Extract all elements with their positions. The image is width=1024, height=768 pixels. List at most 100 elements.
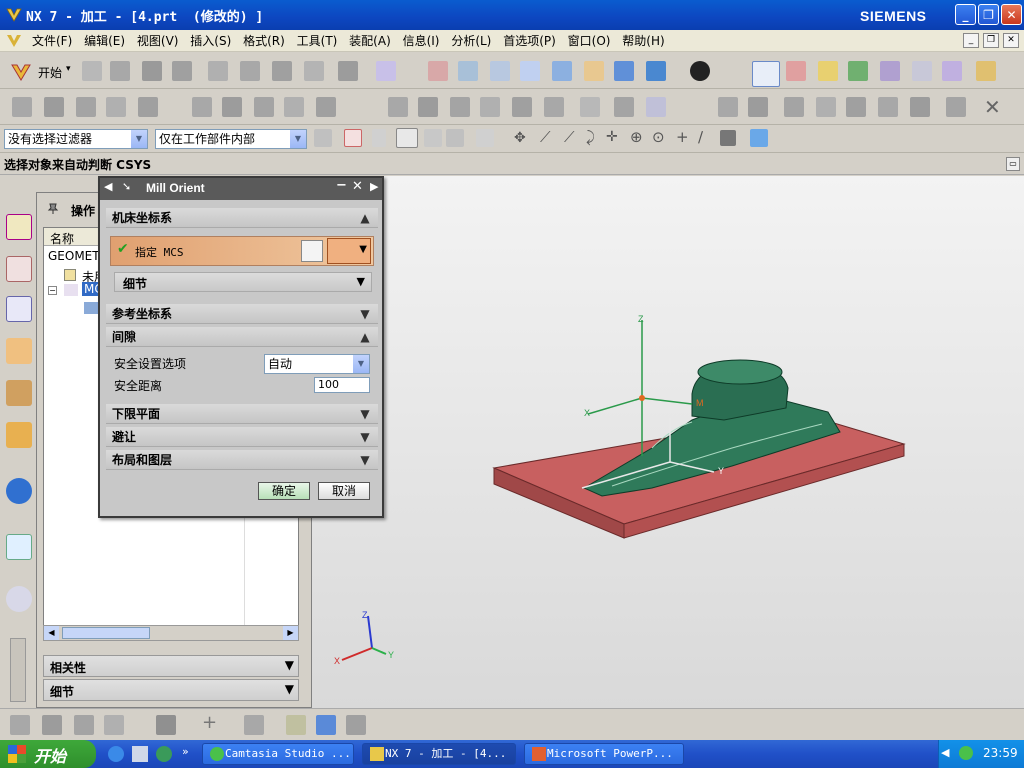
chevron-down-icon[interactable]: ▼ bbox=[130, 130, 147, 148]
collapse-dialog-icon[interactable]: − bbox=[336, 178, 347, 193]
mirror-icon[interactable] bbox=[544, 97, 564, 117]
menu-view[interactable]: 视图(V) bbox=[133, 30, 183, 52]
resource-scrollbar[interactable] bbox=[10, 638, 26, 702]
dependencies-section[interactable]: 相关性 ▼ bbox=[43, 655, 299, 677]
graphics-window[interactable]: Z X M Y Z X Y bbox=[312, 176, 1024, 708]
face-rule-icon[interactable] bbox=[396, 128, 418, 148]
point-icon[interactable] bbox=[816, 97, 836, 117]
tray-collapse-icon[interactable]: ◀ bbox=[941, 746, 949, 759]
constraint-navigator-icon[interactable] bbox=[6, 256, 32, 282]
dialog-title-bar[interactable]: ◀ ➘ Mill Orient − ✕ ▶ bbox=[100, 178, 382, 200]
midpoint-snap-icon[interactable]: ⟋ bbox=[540, 128, 551, 146]
fit-view-icon[interactable] bbox=[428, 61, 448, 81]
reuse-library-icon[interactable] bbox=[6, 380, 32, 406]
csys-dialog-icon[interactable] bbox=[301, 240, 323, 262]
boss-icon[interactable] bbox=[138, 97, 158, 117]
nx-doc-icon[interactable] bbox=[6, 33, 22, 49]
chevron-down-icon[interactable]: ▼ bbox=[357, 275, 365, 288]
web-browser-icon[interactable] bbox=[6, 534, 32, 560]
feature-rule-icon[interactable] bbox=[446, 129, 464, 147]
add-point-icon[interactable]: + bbox=[202, 712, 217, 733]
forward-icon[interactable]: ▶ bbox=[370, 180, 378, 193]
create-csys-icon[interactable] bbox=[752, 61, 780, 87]
thicken-icon[interactable] bbox=[614, 97, 634, 117]
show-snap-icon[interactable] bbox=[750, 129, 768, 147]
print-icon[interactable] bbox=[172, 61, 192, 81]
datum-icon[interactable] bbox=[786, 61, 806, 81]
center-snap-icon[interactable]: ⊕ bbox=[630, 128, 643, 146]
generate-path-icon[interactable] bbox=[848, 61, 868, 81]
start-icon[interactable] bbox=[10, 61, 32, 83]
create-tool-icon[interactable] bbox=[42, 715, 62, 735]
info-icon[interactable] bbox=[6, 478, 32, 504]
part-model-view[interactable]: Z X M Y Z X Y bbox=[312, 176, 1024, 708]
lower-plane-section[interactable]: 下限平面 ▼ bbox=[106, 404, 378, 424]
safety-distance-input[interactable]: 100 bbox=[314, 377, 370, 393]
menu-preferences[interactable]: 首选项(P) bbox=[499, 30, 560, 52]
rotate-icon[interactable] bbox=[552, 61, 572, 81]
type-filter-select[interactable]: 没有选择过滤器 ▼ bbox=[4, 129, 148, 149]
face-snap-icon[interactable] bbox=[720, 130, 736, 146]
chamfer-icon[interactable] bbox=[418, 97, 438, 117]
command-finder-icon[interactable] bbox=[376, 61, 396, 81]
doc-minimize-button[interactable]: _ bbox=[963, 33, 979, 48]
tray-camtasia-icon[interactable] bbox=[959, 746, 973, 760]
start-button[interactable]: 开始 bbox=[0, 740, 96, 768]
specify-mcs-row[interactable]: ✔ 指定 MCS ▼ bbox=[110, 236, 374, 266]
menu-assembly[interactable]: 装配(A) bbox=[345, 30, 395, 52]
split-body-icon[interactable] bbox=[316, 97, 336, 117]
arc-snap-icon[interactable]: ⤸ bbox=[586, 128, 595, 146]
ok-button[interactable]: 确定 bbox=[258, 482, 310, 500]
clearance-section[interactable]: 间隙 ▲ bbox=[106, 327, 378, 347]
trim-body-icon[interactable] bbox=[284, 97, 304, 117]
zoom-window-icon[interactable] bbox=[458, 61, 478, 81]
close-icon[interactable]: ✕ bbox=[984, 95, 1001, 119]
unite-icon[interactable] bbox=[192, 97, 212, 117]
subtract-icon[interactable] bbox=[222, 97, 242, 117]
menu-window[interactable]: 窗口(O) bbox=[564, 30, 615, 52]
close-dialog-icon[interactable]: ✕ bbox=[352, 179, 363, 194]
pattern-icon[interactable] bbox=[512, 97, 532, 117]
desktop-icon[interactable] bbox=[132, 746, 148, 762]
create-program-icon[interactable] bbox=[10, 715, 30, 735]
curve-rule-icon[interactable] bbox=[424, 129, 442, 147]
open-file-icon[interactable] bbox=[110, 61, 130, 81]
history-icon[interactable] bbox=[6, 586, 32, 612]
scroll-left-icon[interactable]: ◀ bbox=[44, 626, 59, 640]
line-snap-icon[interactable]: ∕ bbox=[698, 128, 703, 146]
blank-icon[interactable] bbox=[346, 715, 366, 735]
back-icon[interactable]: ◀ bbox=[104, 180, 112, 193]
mcs-details-section[interactable]: 细节 ▼ bbox=[114, 272, 372, 292]
chevron-down-icon[interactable]: ▼ bbox=[358, 430, 372, 444]
taskbar-camtasia[interactable]: Camtasia Studio ... bbox=[202, 743, 354, 765]
cue-toggle-button[interactable]: ▭ bbox=[1006, 157, 1020, 171]
chevron-down-icon[interactable]: ▼ bbox=[352, 355, 369, 373]
taskbar-nx[interactable]: NX 7 - 加工 - [4... bbox=[362, 743, 516, 765]
taskbar-powerpoint[interactable]: Microsoft PowerP... bbox=[524, 743, 684, 765]
create-geometry-icon[interactable] bbox=[74, 715, 94, 735]
extrude-icon[interactable] bbox=[44, 97, 64, 117]
hd3d-icon[interactable] bbox=[6, 422, 32, 448]
menu-format[interactable]: 格式(R) bbox=[239, 30, 289, 52]
chevron-up-icon[interactable]: ▲ bbox=[358, 211, 372, 225]
scrollbar-thumb[interactable] bbox=[62, 627, 150, 639]
operation-navigator-icon[interactable] bbox=[818, 61, 838, 81]
select-all-icon[interactable] bbox=[314, 129, 332, 147]
undo-icon[interactable] bbox=[338, 61, 358, 81]
assembly-navigator-icon[interactable] bbox=[6, 214, 32, 240]
chevron-down-icon[interactable]: ▾ bbox=[66, 64, 71, 74]
edge-blend-icon[interactable] bbox=[388, 97, 408, 117]
draft-icon[interactable] bbox=[480, 97, 500, 117]
mcs-origin-handle[interactable] bbox=[639, 395, 645, 401]
operation-navigator-tab-icon[interactable] bbox=[6, 296, 32, 322]
chevron-down-icon[interactable]: ▼ bbox=[358, 453, 372, 467]
chevron-down-icon[interactable]: ▼ bbox=[285, 658, 294, 672]
machine-csys-section[interactable]: 机床坐标系 ▲ bbox=[106, 208, 378, 228]
offset-face-icon[interactable] bbox=[580, 97, 600, 117]
chevron-up-icon[interactable]: ▲ bbox=[358, 330, 372, 344]
restore-button[interactable]: ❐ bbox=[978, 4, 999, 25]
delete-icon[interactable] bbox=[304, 61, 324, 81]
intersect-icon[interactable] bbox=[254, 97, 274, 117]
snap-point-icon[interactable] bbox=[344, 129, 362, 147]
menu-insert[interactable]: 插入(S) bbox=[186, 30, 235, 52]
